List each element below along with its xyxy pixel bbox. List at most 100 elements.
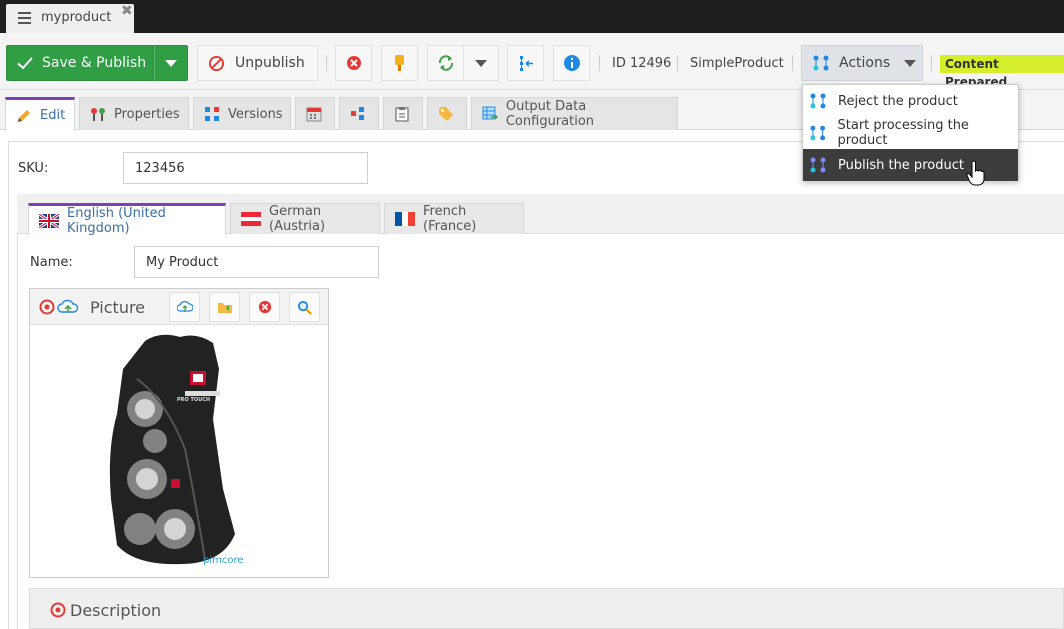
workflow-icon — [810, 125, 826, 141]
tab-tags[interactable] — [427, 97, 467, 130]
tab-versions[interactable]: Versions — [193, 97, 291, 130]
info-icon — [563, 55, 580, 71]
tab-french-france[interactable]: French (France) — [384, 203, 524, 234]
product-image-brand-text: PRO TOUCH — [177, 397, 211, 403]
properties-icon — [91, 108, 105, 121]
description-panel-header[interactable]: Description — [29, 588, 1064, 629]
pimcore-watermark: pimcore — [203, 555, 244, 566]
picture-header: Picture — [30, 289, 328, 325]
object-class: SimpleProduct — [690, 56, 784, 71]
close-icon[interactable]: ✖ — [121, 3, 133, 19]
picture-field: Picture PRO TOUCH pimcore — [29, 288, 329, 578]
tab-edit[interactable]: Edit — [5, 97, 75, 131]
workflow-status-badge: Content Prepared — [940, 55, 1064, 89]
versions-icon — [205, 107, 219, 121]
workflow-icon — [810, 157, 826, 173]
tab-german-austria[interactable]: German (Austria) — [230, 203, 380, 234]
workflow-icon — [810, 93, 826, 109]
separator — [599, 55, 600, 71]
austria-flag-icon — [241, 212, 261, 226]
tab-notes[interactable] — [383, 97, 423, 130]
menu-item-start-processing[interactable]: Start processing the product — [803, 117, 1018, 149]
tag-edit-icon — [394, 55, 404, 71]
chevron-down-icon — [165, 59, 177, 67]
object-id: ID 12496 — [612, 56, 672, 71]
actions-button[interactable]: Actions — [801, 45, 923, 81]
menu-item-label: Publish the product — [838, 157, 964, 173]
calendar-icon — [306, 107, 322, 122]
tab-output-data-configuration[interactable]: Output Data Configuration — [471, 97, 678, 130]
tab-output-label: Output Data Configuration — [505, 99, 595, 129]
upload-icon — [176, 301, 193, 312]
unpublish-button[interactable]: Unpublish — [197, 45, 318, 81]
cloud-upload-icon — [57, 299, 79, 313]
reload-options-dropdown[interactable] — [463, 45, 499, 81]
tab-edit-label: Edit — [40, 108, 66, 123]
check-icon — [17, 57, 33, 70]
hamburger-icon — [18, 12, 31, 24]
tab-french-label: French (France) — [423, 204, 477, 234]
sku-input[interactable] — [123, 152, 368, 184]
menu-item-reject-product[interactable]: Reject the product — [803, 85, 1018, 117]
name-input[interactable] — [134, 246, 379, 278]
show-in-tree-button[interactable] — [507, 45, 544, 81]
workflow-icon — [813, 55, 829, 71]
clipboard-icon — [395, 107, 409, 122]
save-options-dropdown[interactable] — [154, 45, 188, 81]
save-publish-button[interactable]: Save & Publish — [6, 45, 154, 81]
reload-icon — [438, 55, 453, 71]
separator — [326, 55, 327, 71]
separator — [931, 55, 932, 71]
object-toolbar: Save & Publish Unpublish ID 12496 Simple… — [0, 33, 1064, 90]
magnifier-icon — [297, 300, 312, 315]
unpublish-label: Unpublish — [235, 55, 305, 71]
title-bar: myproduct ✖ — [0, 0, 1064, 33]
pencil-icon — [18, 109, 30, 122]
clear-image-button[interactable] — [249, 292, 280, 322]
tab-properties[interactable]: Properties — [79, 97, 189, 130]
rename-button[interactable] — [381, 45, 418, 81]
description-title: Description — [70, 601, 162, 620]
separator — [792, 55, 793, 71]
delete-icon — [346, 56, 361, 70]
delete-button[interactable] — [335, 45, 372, 81]
open-asset-button[interactable] — [209, 292, 240, 322]
actions-label: Actions — [839, 55, 891, 71]
chevron-down-icon — [475, 59, 487, 67]
menu-item-label: Reject the product — [838, 93, 958, 109]
actions-menu: Reject the product Start processing the … — [802, 84, 1019, 181]
upload-image-button[interactable] — [169, 292, 200, 322]
tab-dependencies[interactable] — [339, 97, 379, 130]
reload-button[interactable] — [427, 45, 464, 81]
delete-icon — [258, 300, 271, 314]
tab-english-label: English (United Kingdom) — [67, 205, 166, 236]
chevron-down-icon — [904, 59, 917, 67]
inspect-image-button[interactable] — [289, 292, 320, 322]
block-icon — [208, 55, 225, 71]
tab-schedule[interactable] — [295, 97, 335, 130]
picture-title: Picture — [90, 298, 146, 317]
tab-german-label: German (Austria) — [269, 204, 326, 234]
product-image-ball-bag — [109, 334, 235, 565]
tab-english-uk[interactable]: English (United Kingdom) — [28, 203, 226, 236]
name-label: Name: — [30, 255, 73, 270]
tag-icon — [439, 107, 453, 121]
uk-flag-icon — [39, 213, 59, 228]
grid-export-icon — [482, 106, 498, 120]
dependencies-icon — [351, 107, 364, 120]
document-tab-label: myproduct — [41, 10, 112, 25]
folder-icon — [217, 303, 232, 313]
info-button[interactable] — [553, 45, 590, 81]
tab-properties-label: Properties — [114, 106, 180, 122]
document-tab-myproduct[interactable]: myproduct ✖ — [6, 3, 134, 33]
hand-cursor-icon — [966, 160, 985, 186]
france-flag-icon — [395, 212, 415, 226]
target-icon — [39, 299, 55, 315]
target-icon — [50, 602, 66, 618]
tree-icon — [519, 56, 533, 71]
tab-versions-label: Versions — [228, 106, 283, 122]
save-publish-label: Save & Publish — [42, 55, 147, 71]
sku-label: SKU: — [18, 161, 49, 176]
separator — [677, 55, 678, 71]
menu-item-label: Start processing the product — [837, 118, 969, 148]
